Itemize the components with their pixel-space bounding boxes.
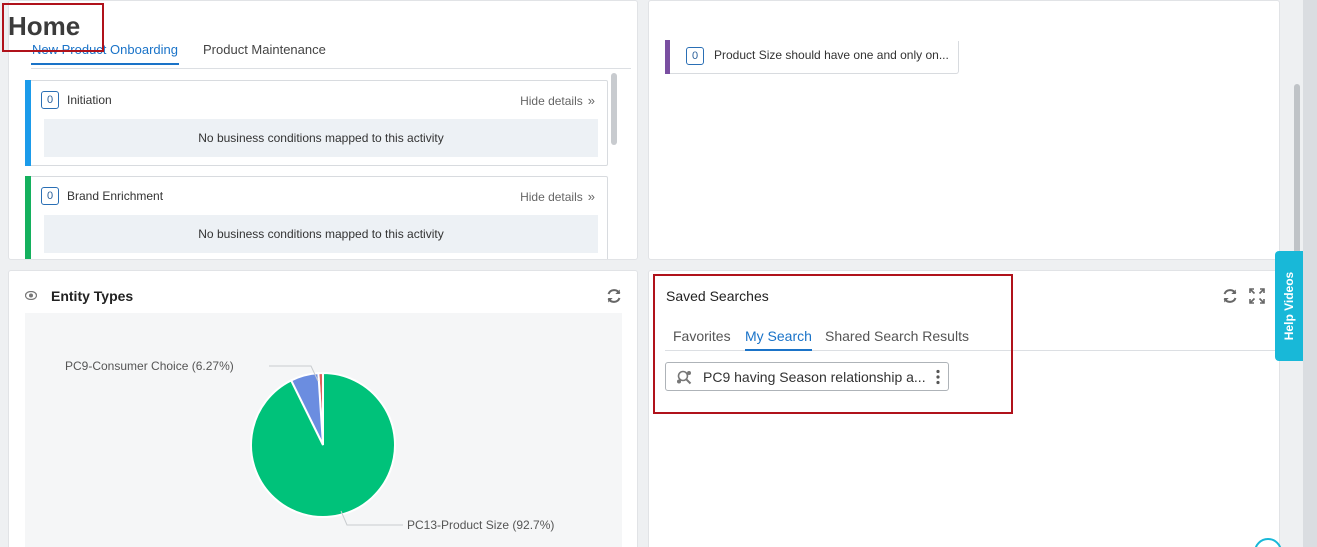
annotation-box-saved-searches [653,274,1013,414]
activity-name: Brand Enrichment [67,189,164,203]
business-condition-card[interactable]: 0 Product Size should have one and only … [665,40,959,74]
pie-slice-pc13-product-size[interactable] [250,371,396,518]
slice-label-pc9: PC9-Consumer Choice (6.27%) [65,359,234,373]
workflow-tabs: New Product Onboarding Product Maintenan… [31,41,631,69]
condition-text: Product Size should have one and only on… [714,48,949,62]
hide-details-link[interactable]: Hide details » [520,189,595,204]
activity-card-brand-enrichment: 0 Brand Enrichment Hide details » No busi… [25,176,608,259]
activity-count-badge: 0 [41,187,59,205]
entity-types-panel: Entity Types PC9-Consumer Choice (6.27%)… [8,270,638,547]
double-chevron-right-icon: » [587,189,595,204]
expand-icon[interactable] [1249,288,1265,304]
double-chevron-right-icon: » [587,93,595,108]
condition-count-badge: 0 [686,47,704,65]
workflow-scrollbar[interactable] [611,73,617,145]
activity-color-bar [25,176,31,259]
hide-details-label: Hide details [520,94,583,108]
help-videos-tab[interactable]: Help Videos [1275,251,1303,361]
help-videos-label: Help Videos [1282,271,1296,341]
hide-details-link[interactable]: Hide details » [520,93,595,108]
annotation-box-home [2,3,104,52]
hide-details-label: Hide details [520,190,583,204]
right-edge-strip [1303,0,1317,547]
tab-product-maintenance[interactable]: Product Maintenance [202,42,327,63]
activity-count-badge: 0 [41,91,59,109]
activity-name: Initiation [67,93,112,107]
activity-empty-message: No business conditions mapped to this ac… [44,215,598,253]
refresh-icon[interactable] [1221,287,1239,305]
slice-label-pc13: PC13-Product Size (92.7%) [407,518,554,532]
eye-icon [25,291,37,300]
condition-color-bar [665,40,670,74]
entity-types-chart: PC9-Consumer Choice (6.27%) PC13-Product… [25,313,622,547]
slice-leader-line [340,510,403,526]
activity-color-bar [25,80,31,166]
activity-empty-message: No business conditions mapped to this ac… [44,119,598,157]
business-conditions-panel: 0 Product Size should have one and only … [648,0,1280,260]
pie-chart: PC9-Consumer Choice (6.27%) PC13-Product… [65,359,554,532]
entity-types-title: Entity Types [51,288,134,304]
activity-card-initiation: 0 Initiation Hide details » No business c… [25,80,608,166]
refresh-icon[interactable] [605,287,623,305]
